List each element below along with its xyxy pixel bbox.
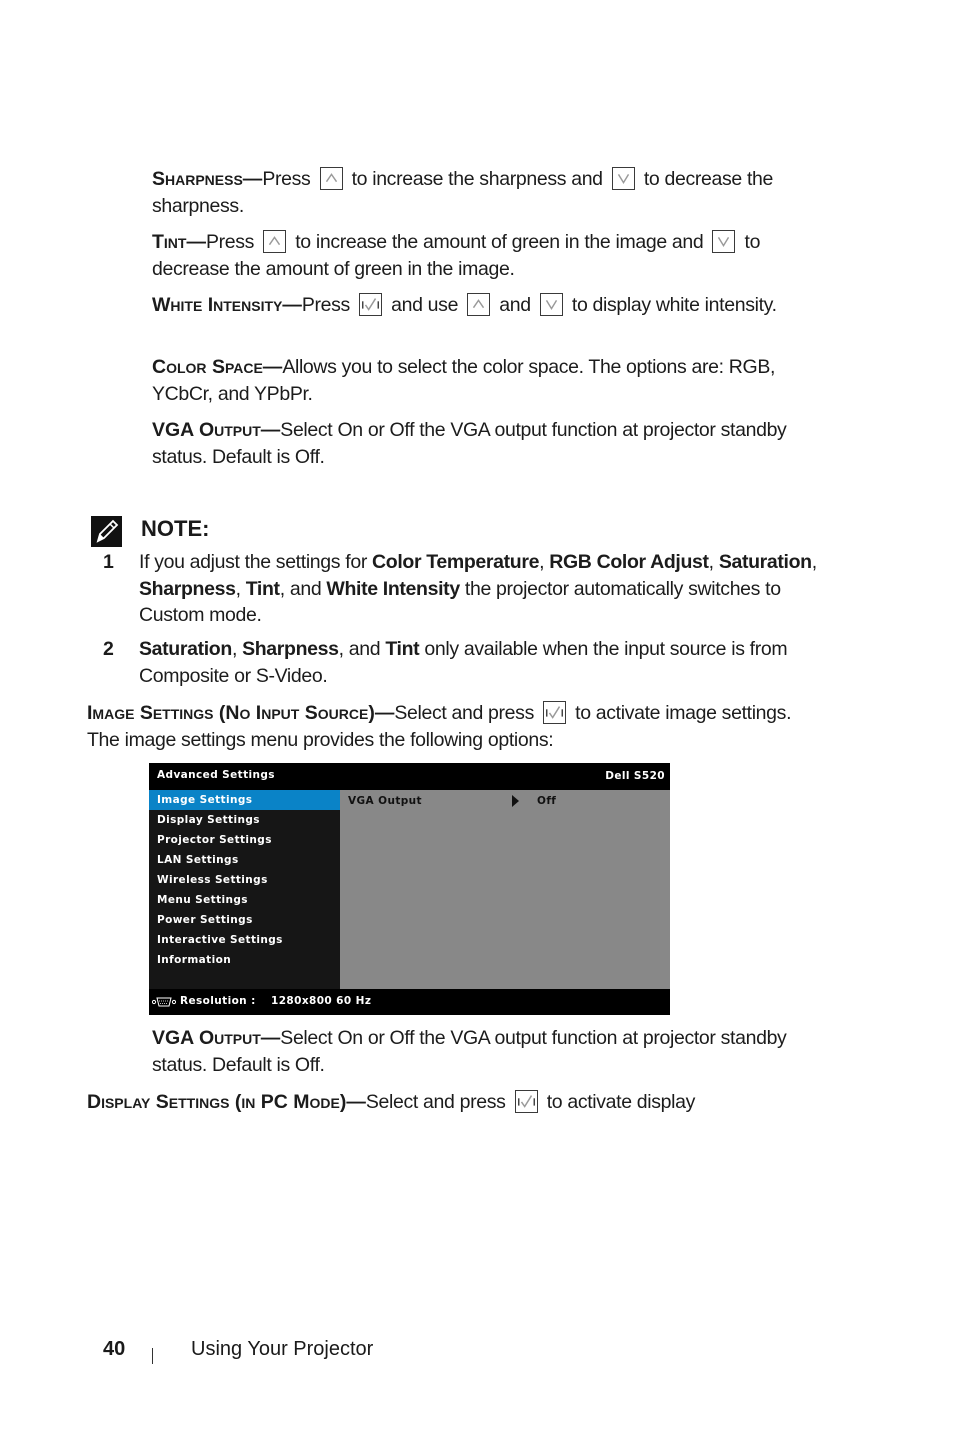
down-arrow-icon bbox=[611, 167, 635, 190]
text: , bbox=[539, 551, 550, 573]
sharpness-term: Sharpness— bbox=[152, 168, 263, 190]
osd-option-vga-output[interactable]: VGA Output Off bbox=[340, 790, 670, 810]
text: Select and press bbox=[394, 702, 534, 724]
note-item: 2 Saturation, Sharpness, and Tint only a… bbox=[103, 636, 823, 689]
osd-menu-item-menu-settings[interactable]: Menu Settings bbox=[149, 890, 340, 910]
up-arrow-icon bbox=[467, 293, 491, 316]
note-number: 2 bbox=[103, 638, 114, 660]
text: , and bbox=[279, 577, 327, 600]
osd-footer: Resolution : 1280x800 60 Hz bbox=[149, 989, 670, 1015]
osd-menu-item-display-settings[interactable]: Display Settings bbox=[149, 810, 340, 830]
bold-term: Saturation bbox=[139, 638, 232, 660]
osd-title: Advanced Settings bbox=[157, 769, 275, 781]
up-arrow-icon bbox=[263, 230, 287, 253]
text: If you adjust the settings for bbox=[139, 551, 373, 573]
resolution-label: Resolution : bbox=[180, 995, 256, 1007]
osd-menu-item-lan-settings[interactable]: LAN Settings bbox=[149, 850, 340, 870]
osd-menu-item-power-settings[interactable]: Power Settings bbox=[149, 910, 340, 930]
osd-options-panel: VGA Output Off bbox=[340, 790, 670, 989]
color-space-paragraph: Color Space—Allows you to select the col… bbox=[152, 354, 822, 407]
text: , and bbox=[338, 638, 386, 660]
bold-term: Tint bbox=[245, 577, 280, 600]
down-arrow-icon bbox=[712, 230, 736, 253]
text: to activate display bbox=[546, 1091, 696, 1113]
vga-output-paragraph: VGA Output—Select On or Off the VGA outp… bbox=[152, 417, 822, 470]
resolution-value: 1280x800 60 Hz bbox=[271, 995, 372, 1007]
page-number: 40 bbox=[103, 1338, 126, 1360]
bold-term: Tint bbox=[385, 638, 420, 660]
osd-menu-item-information[interactable]: Information bbox=[149, 950, 340, 970]
osd-menu-item-image-settings[interactable]: Image Settings bbox=[149, 790, 340, 810]
triangle-right-icon bbox=[512, 795, 519, 807]
text: to increase the amount of green in the i… bbox=[295, 231, 704, 253]
text: Press bbox=[205, 231, 255, 253]
osd-menu-screenshot: Advanced Settings Dell S520 Image Settin… bbox=[149, 763, 670, 1015]
osd-model: Dell S520 bbox=[605, 770, 665, 782]
text: to increase the sharpness and bbox=[351, 168, 603, 190]
image-settings-paragraph: Image Settings (No Input Source)—Select … bbox=[87, 700, 822, 753]
pencil-note-icon bbox=[91, 516, 122, 547]
bold-term: White Intensity bbox=[326, 577, 460, 600]
osd-menu-item-interactive-settings[interactable]: Interactive Settings bbox=[149, 930, 340, 950]
text: , bbox=[235, 577, 246, 600]
osd-menu-list: Image Settings Display Settings Projecto… bbox=[149, 790, 340, 989]
checkmark-enter-icon bbox=[359, 293, 383, 316]
vga-output-paragraph: VGA Output—Select On or Off the VGA outp… bbox=[152, 1025, 822, 1078]
vga-output-term: VGA Output— bbox=[152, 419, 281, 441]
text: Select and press bbox=[365, 1091, 506, 1113]
osd-menu-item-wireless-settings[interactable]: Wireless Settings bbox=[149, 870, 340, 890]
osd-menu-item-projector-settings[interactable]: Projector Settings bbox=[149, 830, 340, 850]
text: , bbox=[811, 551, 817, 573]
text: , bbox=[708, 551, 719, 573]
text: and bbox=[499, 294, 531, 316]
color-space-term: Color Space— bbox=[152, 356, 283, 378]
checkmark-enter-icon bbox=[514, 1090, 538, 1113]
up-arrow-icon bbox=[319, 167, 343, 190]
note-number: 1 bbox=[103, 551, 114, 573]
white-intensity-term: White Intensity— bbox=[152, 294, 302, 316]
text: and use bbox=[391, 294, 459, 316]
note-title: NOTE: bbox=[141, 516, 210, 541]
section-title: Using Your Projector bbox=[191, 1338, 374, 1360]
bold-term: Color Temperature bbox=[372, 551, 540, 573]
down-arrow-icon bbox=[539, 293, 563, 316]
osd-header: Advanced Settings Dell S520 bbox=[149, 763, 670, 790]
osd-option-value: Off bbox=[537, 795, 557, 807]
tint-term: Tint— bbox=[152, 231, 206, 253]
display-settings-term: Display Settings (in PC Mode)— bbox=[87, 1091, 366, 1113]
footer-divider bbox=[152, 1348, 153, 1364]
tint-paragraph: Tint—Press to increase the amount of gre… bbox=[152, 229, 822, 282]
bold-term: Saturation bbox=[718, 551, 812, 573]
white-intensity-paragraph: White Intensity—Press and use and to dis… bbox=[152, 292, 822, 319]
display-settings-paragraph: Display Settings (in PC Mode)—Select and… bbox=[87, 1089, 827, 1116]
bold-term: Sharpness bbox=[242, 638, 339, 660]
image-settings-term: Image Settings (No Input Source)— bbox=[87, 702, 395, 724]
text: Press bbox=[262, 168, 311, 190]
vga-output-term: VGA Output— bbox=[152, 1027, 281, 1049]
text: , bbox=[231, 638, 243, 660]
text: to display white intensity. bbox=[571, 294, 777, 316]
bold-term: Sharpness bbox=[139, 577, 236, 600]
vga-connector-icon bbox=[152, 997, 176, 1007]
osd-option-label: VGA Output bbox=[348, 795, 422, 807]
sharpness-paragraph: Sharpness—Press to increase the sharpnes… bbox=[152, 166, 822, 219]
note-item: 1 If you adjust the settings for Color T… bbox=[103, 549, 823, 629]
checkmark-enter-icon bbox=[543, 701, 567, 724]
bold-term: RGB Color Adjust bbox=[549, 551, 709, 573]
text: Press bbox=[301, 294, 350, 316]
